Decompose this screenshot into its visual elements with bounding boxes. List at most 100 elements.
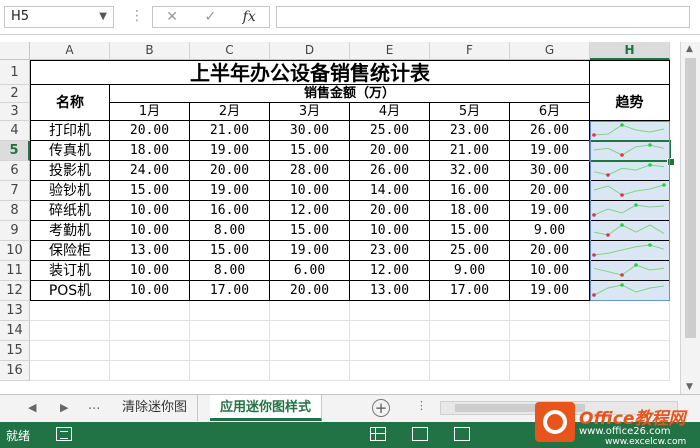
tab-clear-sparkline[interactable]: 清除迷你图 xyxy=(112,395,199,421)
normal-view-icon[interactable] xyxy=(370,427,386,441)
empty-cell[interactable] xyxy=(30,321,110,341)
empty-cell[interactable] xyxy=(510,341,590,361)
sales-value-cell[interactable]: 10.00 xyxy=(110,201,190,221)
sales-value-cell[interactable]: 20.00 xyxy=(110,121,190,141)
title-cell-h[interactable] xyxy=(590,60,670,85)
empty-cell[interactable] xyxy=(270,321,350,341)
sales-value-cell[interactable]: 13.00 xyxy=(350,281,430,301)
sales-value-cell[interactable]: 18.00 xyxy=(430,201,510,221)
page-break-view-icon[interactable] xyxy=(454,427,470,441)
name-box[interactable]: H5 ▼ xyxy=(4,6,114,28)
sales-value-cell[interactable]: 16.00 xyxy=(190,201,270,221)
sales-value-cell[interactable]: 20.00 xyxy=(270,281,350,301)
tab-prev-icon[interactable]: ◀ xyxy=(28,401,36,414)
sales-value-cell[interactable]: 10.00 xyxy=(110,281,190,301)
sales-value-cell[interactable]: 15.00 xyxy=(190,241,270,261)
sales-value-cell[interactable]: 25.00 xyxy=(430,241,510,261)
sales-header[interactable]: 销售金额（万） xyxy=(110,85,590,103)
empty-cell[interactable] xyxy=(510,301,590,321)
empty-cell[interactable] xyxy=(430,301,510,321)
sales-value-cell[interactable]: 26.00 xyxy=(350,161,430,181)
tab-next-icon[interactable]: ▶ xyxy=(60,401,68,414)
cancel-icon[interactable]: ✕ xyxy=(166,9,178,25)
scroll-thumb[interactable] xyxy=(685,58,696,338)
month-header[interactable]: 4月 xyxy=(350,103,430,121)
row-header-10[interactable]: 10 xyxy=(0,241,30,261)
empty-cell[interactable] xyxy=(270,361,350,381)
sales-value-cell[interactable]: 14.00 xyxy=(350,181,430,201)
sales-value-cell[interactable]: 8.00 xyxy=(190,261,270,281)
empty-cell[interactable] xyxy=(350,301,430,321)
empty-cell[interactable] xyxy=(30,361,110,381)
sales-value-cell[interactable]: 19.00 xyxy=(510,141,590,161)
row-header-15[interactable]: 15 xyxy=(0,341,30,361)
sales-value-cell[interactable]: 23.00 xyxy=(430,121,510,141)
month-header[interactable]: 6月 xyxy=(510,103,590,121)
empty-cell[interactable] xyxy=(30,301,110,321)
row-header-8[interactable]: 8 xyxy=(0,201,30,221)
macro-record-icon[interactable] xyxy=(56,427,72,441)
sales-value-cell[interactable]: 19.00 xyxy=(270,241,350,261)
sales-value-cell[interactable]: 30.00 xyxy=(270,121,350,141)
product-name-cell[interactable]: 传真机 xyxy=(30,141,110,161)
sales-value-cell[interactable]: 6.00 xyxy=(270,261,350,281)
product-name-cell[interactable]: POS机 xyxy=(30,281,110,301)
month-header[interactable]: 1月 xyxy=(110,103,190,121)
empty-cell[interactable] xyxy=(510,361,590,381)
sales-value-cell[interactable]: 15.00 xyxy=(270,221,350,241)
formula-input[interactable] xyxy=(276,6,690,28)
chevron-down-icon[interactable]: ▼ xyxy=(99,7,107,27)
sales-value-cell[interactable]: 21.00 xyxy=(190,121,270,141)
sales-value-cell[interactable]: 15.00 xyxy=(110,181,190,201)
empty-cell[interactable] xyxy=(510,321,590,341)
sales-value-cell[interactable]: 16.00 xyxy=(430,181,510,201)
empty-cell[interactable] xyxy=(430,341,510,361)
sales-value-cell[interactable]: 19.00 xyxy=(510,281,590,301)
empty-cell[interactable] xyxy=(270,301,350,321)
column-header-g[interactable]: G xyxy=(510,42,590,60)
product-name-cell[interactable]: 打印机 xyxy=(30,121,110,141)
select-all-corner[interactable] xyxy=(0,42,30,60)
empty-cell[interactable] xyxy=(190,321,270,341)
sales-value-cell[interactable]: 8.00 xyxy=(190,221,270,241)
sales-value-cell[interactable]: 28.00 xyxy=(270,161,350,181)
sales-value-cell[interactable]: 10.00 xyxy=(110,261,190,281)
empty-cell[interactable] xyxy=(30,341,110,361)
add-sheet-button[interactable]: + xyxy=(372,399,390,417)
month-header[interactable]: 2月 xyxy=(190,103,270,121)
empty-cell[interactable] xyxy=(590,361,670,381)
tab-more-button[interactable]: ... xyxy=(88,398,100,413)
product-name-cell[interactable]: 碎纸机 xyxy=(30,201,110,221)
sales-value-cell[interactable]: 19.00 xyxy=(190,181,270,201)
sales-value-cell[interactable]: 19.00 xyxy=(510,201,590,221)
sales-value-cell[interactable]: 19.00 xyxy=(190,141,270,161)
sales-value-cell[interactable]: 32.00 xyxy=(430,161,510,181)
row-header-13[interactable]: 13 xyxy=(0,301,30,321)
column-header-b[interactable]: B xyxy=(110,42,190,60)
row-header-4[interactable]: 4 xyxy=(0,121,30,141)
sales-value-cell[interactable]: 20.00 xyxy=(350,141,430,161)
sales-value-cell[interactable]: 18.00 xyxy=(110,141,190,161)
scroll-up-icon[interactable]: ▲ xyxy=(686,44,693,54)
sales-value-cell[interactable]: 10.00 xyxy=(270,181,350,201)
sales-value-cell[interactable]: 10.00 xyxy=(350,221,430,241)
sales-value-cell[interactable]: 9.00 xyxy=(510,221,590,241)
sales-value-cell[interactable]: 20.00 xyxy=(190,161,270,181)
sales-value-cell[interactable]: 9.00 xyxy=(430,261,510,281)
sales-value-cell[interactable]: 15.00 xyxy=(430,221,510,241)
product-name-cell[interactable]: 验钞机 xyxy=(30,181,110,201)
empty-cell[interactable] xyxy=(350,341,430,361)
sales-value-cell[interactable]: 21.00 xyxy=(430,141,510,161)
empty-cell[interactable] xyxy=(270,341,350,361)
empty-cell[interactable] xyxy=(110,301,190,321)
row-header-7[interactable]: 7 xyxy=(0,181,30,201)
product-name-cell[interactable]: 考勤机 xyxy=(30,221,110,241)
row-header-6[interactable]: 6 xyxy=(0,161,30,181)
sales-value-cell[interactable]: 26.00 xyxy=(510,121,590,141)
trend-header[interactable]: 趋势 xyxy=(590,85,670,121)
row-header-3[interactable]: 3 xyxy=(0,103,30,121)
table-title[interactable]: 上半年办公设备销售统计表 xyxy=(30,60,590,85)
sales-value-cell[interactable]: 24.00 xyxy=(110,161,190,181)
tab-apply-sparkline-style[interactable]: 应用迷你图样式 xyxy=(210,395,323,421)
insert-function-icon[interactable]: fx xyxy=(243,9,256,25)
